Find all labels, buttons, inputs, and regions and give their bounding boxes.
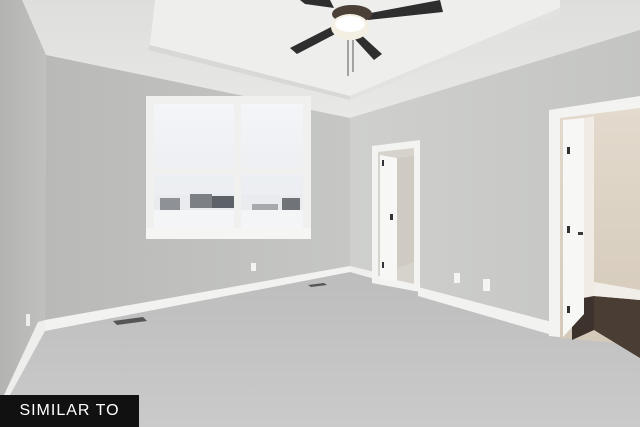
bedroom-photo (0, 0, 640, 427)
wall-outlet (454, 273, 460, 283)
wall-outlet (26, 314, 30, 326)
window (146, 96, 311, 239)
wall-outlet (483, 279, 490, 291)
wall-outlet (251, 263, 256, 271)
watermark-badge: SIMILAR TO (0, 395, 139, 427)
closet-door (372, 140, 420, 292)
bathroom-door (549, 96, 640, 358)
